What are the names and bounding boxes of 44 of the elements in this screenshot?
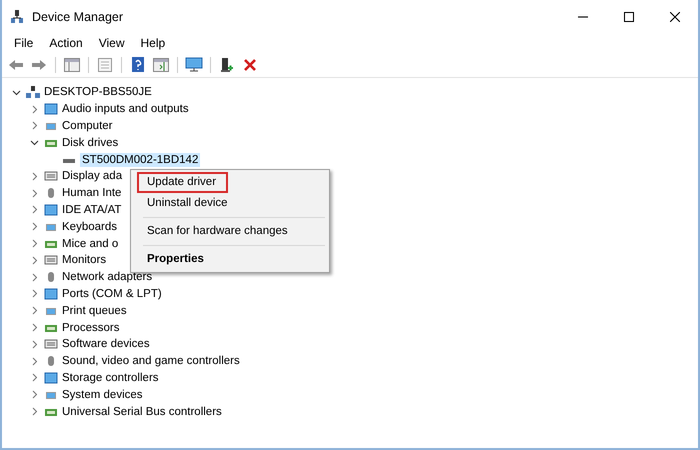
- device-icon: [44, 170, 58, 182]
- tree-item-label[interactable]: System devices: [62, 388, 143, 402]
- device-icon: [44, 288, 58, 300]
- device-icon: [44, 338, 58, 350]
- tree-item-label[interactable]: IDE ATA/AT: [62, 202, 122, 217]
- tree-item-label[interactable]: Human Inte: [62, 186, 122, 200]
- app-icon: [10, 10, 24, 24]
- tree-item-label[interactable]: Universal Serial Bus controllers: [62, 404, 222, 419]
- close-icon: [670, 12, 680, 22]
- menu-item[interactable]: Action: [41, 34, 91, 52]
- maximize-icon: [624, 12, 634, 22]
- menu-item[interactable]: View: [90, 34, 132, 52]
- tree-item-label[interactable]: Display ada: [62, 169, 122, 184]
- window-title: Device Manager: [32, 8, 124, 26]
- tree-item-label[interactable]: Network adapters: [62, 270, 152, 284]
- tree-item-label[interactable]: Monitors: [62, 253, 106, 268]
- tree-item-label[interactable]: Sound, video and game controllers: [62, 354, 240, 368]
- menu-item[interactable]: File: [6, 34, 42, 52]
- tree-item-label[interactable]: Disk drives: [62, 136, 118, 150]
- device-icon: [44, 254, 58, 266]
- tree-item-label[interactable]: Processors: [62, 320, 120, 335]
- tree-item-label[interactable]: Keyboards: [62, 220, 117, 234]
- tree-view-button[interactable]: [62, 56, 82, 74]
- device-icon: [44, 204, 58, 216]
- tree-item-label[interactable]: ST500DM002-1BD142: [80, 152, 200, 167]
- properties-button[interactable]: [95, 56, 115, 74]
- tree-item-label[interactable]: Ports (COM & LPT): [62, 286, 162, 301]
- tree-item-label[interactable]: DESKTOP-BBS50JE: [44, 85, 152, 100]
- computer-icon: [26, 86, 40, 98]
- tree-item-label[interactable]: Storage controllers: [62, 370, 159, 385]
- menu-item[interactable]: Help: [132, 34, 174, 52]
- tree-item-label[interactable]: Computer: [62, 118, 112, 133]
- device-icon: [44, 103, 58, 116]
- device-icon: [44, 372, 58, 384]
- menu-option[interactable]: Properties: [133, 249, 327, 270]
- tree-item-label[interactable]: Print queues: [62, 304, 127, 318]
- monitor-icon[interactable]: [184, 56, 204, 74]
- menu-option[interactable]: Uninstall device: [133, 193, 327, 214]
- tree-item-label[interactable]: Audio inputs and outputs: [62, 102, 189, 116]
- menu-option[interactable]: Scan for hardware changes: [133, 221, 327, 242]
- show-hidden-button[interactable]: [151, 56, 171, 74]
- menu-option[interactable]: Update driver: [137, 172, 228, 193]
- tree-item-label[interactable]: Software devices: [62, 337, 150, 352]
- tree-item-label[interactable]: Mice and o: [62, 236, 118, 251]
